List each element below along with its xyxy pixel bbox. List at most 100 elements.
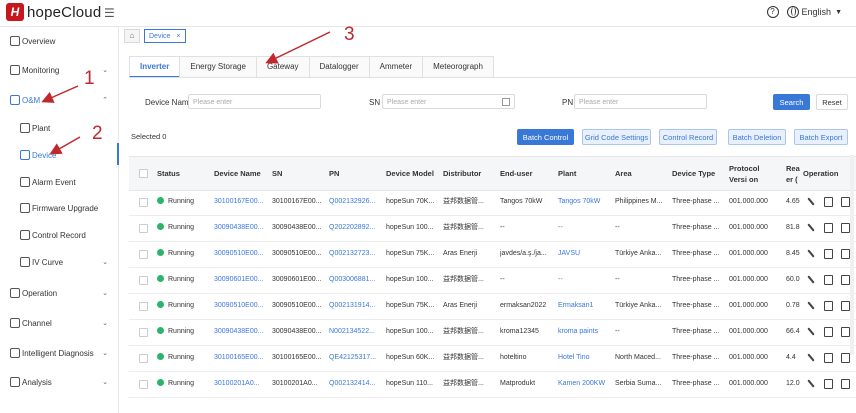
open-tab-device[interactable]: Device × xyxy=(144,29,186,43)
cell-pn[interactable]: Q002132926... xyxy=(329,189,381,215)
table-row[interactable]: Running 30090601E00... 30090601E00... Q0030… xyxy=(129,267,856,294)
table-row[interactable]: Running 30090438E00... 30090438E00... Q2022… xyxy=(129,215,856,242)
hamburger-icon[interactable]: ☰ xyxy=(104,6,115,20)
cell-pn[interactable]: Q002131914... xyxy=(329,293,381,319)
sidebar-item-device[interactable]: Device xyxy=(0,145,118,165)
col-distributor[interactable]: Distributor xyxy=(443,157,481,190)
cell-name[interactable]: 30100201A0... xyxy=(214,371,266,397)
tab-ammeter[interactable]: Ammeter xyxy=(368,56,424,77)
detail-icon[interactable] xyxy=(824,223,833,233)
document-icon[interactable] xyxy=(841,353,850,363)
col-protocol-version[interactable]: Protocol Versi on xyxy=(729,157,774,190)
col-device-model[interactable]: Device Model xyxy=(386,157,434,190)
sidebar-item-intelligent-diagnosis[interactable]: Intelligent Diagnosis ⌄ xyxy=(0,343,118,363)
document-icon[interactable] xyxy=(841,327,850,337)
cell-name[interactable]: 30090510E00... xyxy=(214,293,266,319)
tab-inverter[interactable]: Inverter xyxy=(129,56,181,78)
document-icon[interactable] xyxy=(841,249,850,259)
cell-pn[interactable]: Q202202892... xyxy=(329,215,381,241)
detail-icon[interactable] xyxy=(824,301,833,311)
logo[interactable]: H hopeCloud xyxy=(6,3,101,21)
cell-pn[interactable]: QE42125317... xyxy=(329,345,381,371)
table-row[interactable]: Running 30090510E00... 30090510E00... Q0021… xyxy=(129,241,856,268)
batch-export-button[interactable]: Batch Export xyxy=(794,129,848,145)
edit-icon[interactable] xyxy=(807,301,815,310)
cell-name[interactable]: 30090438E00... xyxy=(214,215,266,241)
cell-name[interactable]: 30090601E00... xyxy=(214,267,266,293)
detail-icon[interactable] xyxy=(824,327,833,337)
language-select[interactable]: English xyxy=(802,7,832,17)
cell-name[interactable]: 30090510E00... xyxy=(214,241,266,267)
cell-pn[interactable]: Q002132414... xyxy=(329,371,381,397)
edit-icon[interactable] xyxy=(807,197,815,206)
col-pn[interactable]: PN xyxy=(329,157,339,190)
document-icon[interactable] xyxy=(841,275,850,285)
sidebar-item-monitoring[interactable]: Monitoring ⌄ xyxy=(0,60,118,80)
row-checkbox[interactable] xyxy=(139,224,148,233)
edit-icon[interactable] xyxy=(807,327,815,336)
row-checkbox[interactable] xyxy=(139,354,148,363)
cell-name[interactable]: 30090438E00... xyxy=(214,319,266,345)
reset-button[interactable]: Reset xyxy=(816,94,848,110)
cell-pn[interactable]: Q002132723... xyxy=(329,241,381,267)
document-icon[interactable] xyxy=(841,301,850,311)
help-icon[interactable]: ? xyxy=(766,6,779,18)
cell-plant[interactable]: kroma paints xyxy=(558,319,610,345)
batch-control-button[interactable]: Batch Control xyxy=(517,129,574,145)
sidebar-item-firmware-upgrade[interactable]: Firmware Upgrade xyxy=(0,198,118,218)
edit-icon[interactable] xyxy=(807,353,815,362)
sidebar-item-operation[interactable]: Operation ⌄ xyxy=(0,283,118,303)
sn-input[interactable]: Please enter xyxy=(382,94,515,109)
sidebar-item-analysis[interactable]: Analysis ⌄ xyxy=(0,372,118,392)
globe-icon[interactable] xyxy=(786,6,799,18)
table-row[interactable]: Running 30090438E00... 30090438E00... N0021… xyxy=(129,319,856,346)
search-button[interactable]: Search xyxy=(773,94,810,110)
vertical-scrollbar[interactable] xyxy=(850,155,854,355)
detail-icon[interactable] xyxy=(824,379,833,389)
col-end-user[interactable]: End-user xyxy=(500,157,533,190)
control-record-button[interactable]: Control Record xyxy=(659,129,717,145)
home-icon[interactable]: ⌂ xyxy=(124,29,140,43)
detail-icon[interactable] xyxy=(824,249,833,259)
col-device-type[interactable]: Device Type xyxy=(672,157,715,190)
cell-plant[interactable]: -- xyxy=(558,267,610,293)
sidebar-item-channel[interactable]: Channel ⌄ xyxy=(0,313,118,333)
cell-plant[interactable]: -- xyxy=(558,215,610,241)
detail-icon[interactable] xyxy=(824,197,833,207)
device-name-input[interactable]: Please enter xyxy=(188,94,321,109)
col-device-name[interactable]: Device Name xyxy=(214,157,261,190)
col-plant[interactable]: Plant xyxy=(558,157,576,190)
pn-input[interactable]: Please enter xyxy=(574,94,707,109)
table-row[interactable]: Running 30100201A0... 30100201A0... Q002132… xyxy=(129,371,856,398)
row-checkbox[interactable] xyxy=(139,198,148,207)
table-row[interactable]: Running 30100167E00... 30100167E00... Q0021… xyxy=(129,189,856,216)
sidebar-item-om[interactable]: O&M ⌃ xyxy=(0,90,118,110)
sidebar-item-overview[interactable]: Overview xyxy=(0,31,118,51)
cell-name[interactable]: 30100167E00... xyxy=(214,189,266,215)
col-reader[interactable]: Rea er ( xyxy=(786,157,800,190)
detail-icon[interactable] xyxy=(824,275,833,285)
edit-icon[interactable] xyxy=(807,379,815,388)
row-checkbox[interactable] xyxy=(139,380,148,389)
table-row[interactable]: Running 30090510E00... 30090510E00... Q0021… xyxy=(129,293,856,320)
edit-icon[interactable] xyxy=(807,249,815,258)
document-icon[interactable] xyxy=(841,223,850,233)
row-checkbox[interactable] xyxy=(139,276,148,285)
cell-plant[interactable]: JAVSU xyxy=(558,241,610,267)
row-checkbox[interactable] xyxy=(139,302,148,311)
cell-pn[interactable]: N002134522... xyxy=(329,319,381,345)
edit-icon[interactable] xyxy=(807,275,815,284)
select-all-checkbox[interactable] xyxy=(139,169,148,178)
cell-plant[interactable]: Kamen 200KW xyxy=(558,371,610,397)
sidebar-item-control-record[interactable]: Control Record xyxy=(0,225,118,245)
cell-pn[interactable]: Q003006881... xyxy=(329,267,381,293)
table-row[interactable]: Running 30100165E00... 30100165E00... QE421… xyxy=(129,345,856,372)
tab-meteorograph[interactable]: Meteorograph xyxy=(422,56,494,77)
scan-icon[interactable] xyxy=(502,98,510,106)
col-status[interactable]: Status xyxy=(157,157,180,190)
col-sn[interactable]: SN xyxy=(272,157,282,190)
close-icon[interactable]: × xyxy=(176,33,180,40)
edit-icon[interactable] xyxy=(807,223,815,232)
row-checkbox[interactable] xyxy=(139,250,148,259)
detail-icon[interactable] xyxy=(824,353,833,363)
